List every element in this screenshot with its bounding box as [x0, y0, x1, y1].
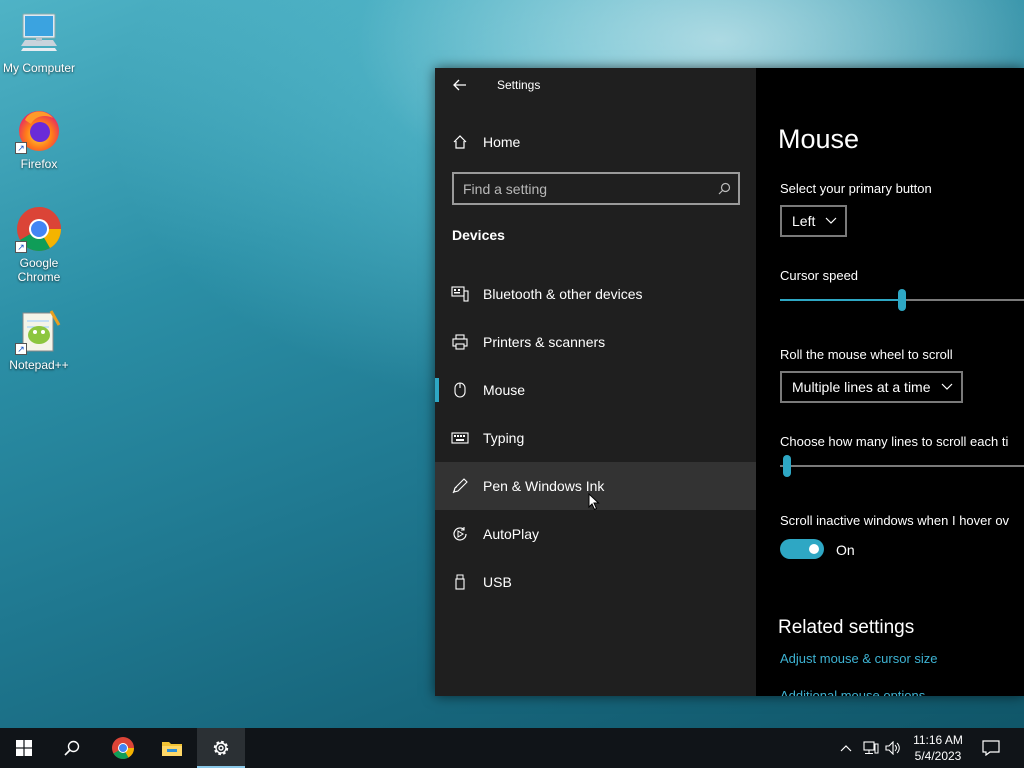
scroll-mode-dropdown[interactable]: Multiple lines at a time: [780, 371, 963, 403]
settings-nav-pane: Settings Home Devices Bluetooth & other …: [435, 68, 756, 696]
gear-icon: [213, 740, 229, 756]
taskbar-settings-button[interactable]: [197, 728, 245, 768]
scroll-inactive-state: On: [836, 542, 855, 558]
nav-item-bluetooth[interactable]: Bluetooth & other devices: [435, 270, 756, 318]
action-center-button[interactable]: [981, 738, 1001, 758]
desktop-icon-firefox[interactable]: ↗ Firefox: [2, 106, 76, 171]
chrome-icon: [112, 737, 134, 759]
nav-item-label: AutoPlay: [483, 526, 540, 542]
tray-show-hidden-icons[interactable]: [836, 738, 856, 758]
desktop-icon-chrome[interactable]: ↗ Google Chrome: [2, 205, 76, 284]
nav-item-autoplay[interactable]: AutoPlay: [435, 510, 756, 558]
tray-volume[interactable]: [883, 738, 903, 758]
search-input[interactable]: [454, 174, 710, 203]
page-title: Mouse: [778, 124, 860, 154]
chrome-icon: ↗: [15, 205, 63, 253]
toggle-knob: [809, 544, 819, 554]
nav-home-label: Home: [483, 134, 521, 150]
scroll-lines-label: Choose how many lines to scroll each ti: [780, 434, 1009, 449]
cursor-speed-thumb[interactable]: [898, 289, 906, 311]
scroll-mode-value: Multiple lines at a time: [792, 379, 931, 395]
clock-date: 5/4/2023: [914, 749, 962, 763]
network-icon: [863, 741, 879, 754]
scroll-lines-track[interactable]: [780, 465, 1024, 467]
nav-home[interactable]: Home: [435, 118, 756, 166]
taskbar-search-button[interactable]: [48, 728, 96, 768]
cursor-speed-fill: [780, 299, 902, 301]
nav-item-mouse[interactable]: Mouse: [435, 366, 756, 414]
mouse-pointer-icon: [588, 493, 600, 511]
nav-item-label: Printers & scanners: [483, 334, 606, 350]
primary-button-dropdown[interactable]: Left: [780, 205, 848, 237]
pen-icon: [450, 476, 470, 496]
nav-item-label: USB: [483, 574, 512, 590]
scroll-label: Roll the mouse wheel to scroll: [780, 347, 953, 362]
chevron-up-icon: [840, 745, 852, 752]
chevron-down-icon: [941, 383, 953, 391]
taskbar: 11:16 AM 5/4/2023: [0, 728, 1024, 768]
back-button[interactable]: [449, 74, 471, 96]
taskbar-clock[interactable]: 11:16 AM 5/4/2023: [902, 732, 974, 764]
taskbar-chrome-button[interactable]: [99, 728, 147, 768]
scroll-lines-thumb[interactable]: [783, 455, 792, 477]
printer-icon: [450, 332, 470, 352]
search-icon: [64, 740, 80, 756]
window-title: Settings: [497, 78, 541, 92]
desktop-icon-label: Google Chrome: [17, 256, 61, 284]
back-arrow-icon: [453, 79, 466, 91]
nav-item-label: Mouse: [483, 382, 526, 398]
shortcut-arrow-icon: ↗: [15, 343, 27, 355]
scroll-inactive-toggle[interactable]: [780, 539, 824, 559]
shortcut-arrow-icon: ↗: [15, 241, 27, 253]
nav-item-typing[interactable]: Typing: [435, 414, 756, 462]
nav-item-printers[interactable]: Printers & scanners: [435, 318, 756, 366]
notification-icon: [982, 740, 1000, 756]
related-settings-title: Related settings: [778, 617, 915, 638]
cursor-speed-label: Cursor speed: [780, 268, 859, 283]
desktop-icon-notepadpp[interactable]: ↗ Notepad++: [2, 307, 76, 372]
primary-button-value: Left: [792, 213, 816, 229]
mouse-icon: [450, 380, 470, 400]
autoplay-icon: [450, 524, 470, 544]
search-icon[interactable]: [710, 174, 738, 203]
firefox-icon: ↗: [15, 106, 63, 154]
taskbar-file-explorer-button[interactable]: [148, 728, 196, 768]
chevron-down-icon: [825, 217, 837, 225]
desktop-icon-my-computer[interactable]: My Computer: [2, 10, 76, 75]
nav-item-label: Typing: [483, 430, 525, 446]
nav-item-label: Bluetooth & other devices: [483, 286, 643, 302]
title-bar: Settings: [435, 68, 756, 102]
start-button[interactable]: [0, 728, 48, 768]
desktop-icon-label: Notepad++: [9, 358, 69, 372]
link-adjust-mouse-cursor-size[interactable]: Adjust mouse & cursor size: [780, 651, 938, 666]
desktop-icon-label: My Computer: [2, 61, 76, 75]
notepadpp-icon: ↗: [15, 307, 63, 355]
computer-icon: [15, 10, 63, 58]
settings-content-pane: Mouse Select your primary button Left Cu…: [756, 68, 1024, 696]
shortcut-arrow-icon: ↗: [15, 142, 27, 154]
scroll-inactive-label: Scroll inactive windows when I hover ov: [780, 513, 1010, 528]
section-label-devices: Devices: [452, 227, 505, 243]
keyboard-icon: [450, 428, 470, 448]
bluetooth-devices-icon: [450, 284, 470, 304]
settings-window: Settings Home Devices Bluetooth & other …: [435, 68, 1024, 696]
link-additional-mouse-options[interactable]: Additional mouse options: [780, 688, 925, 696]
speaker-icon: [885, 741, 900, 755]
clock-time: 11:16 AM: [913, 733, 963, 747]
folder-icon: [162, 742, 182, 756]
windows-logo-icon: [16, 740, 32, 756]
usb-icon: [450, 572, 470, 592]
nav-item-label: Pen & Windows Ink: [483, 478, 605, 494]
tray-network[interactable]: [861, 738, 881, 758]
desktop-icon-label: Firefox: [20, 157, 58, 171]
home-icon: [450, 132, 470, 152]
nav-item-usb[interactable]: USB: [435, 558, 756, 606]
primary-button-label: Select your primary button: [780, 181, 932, 196]
search-box[interactable]: [452, 172, 740, 205]
